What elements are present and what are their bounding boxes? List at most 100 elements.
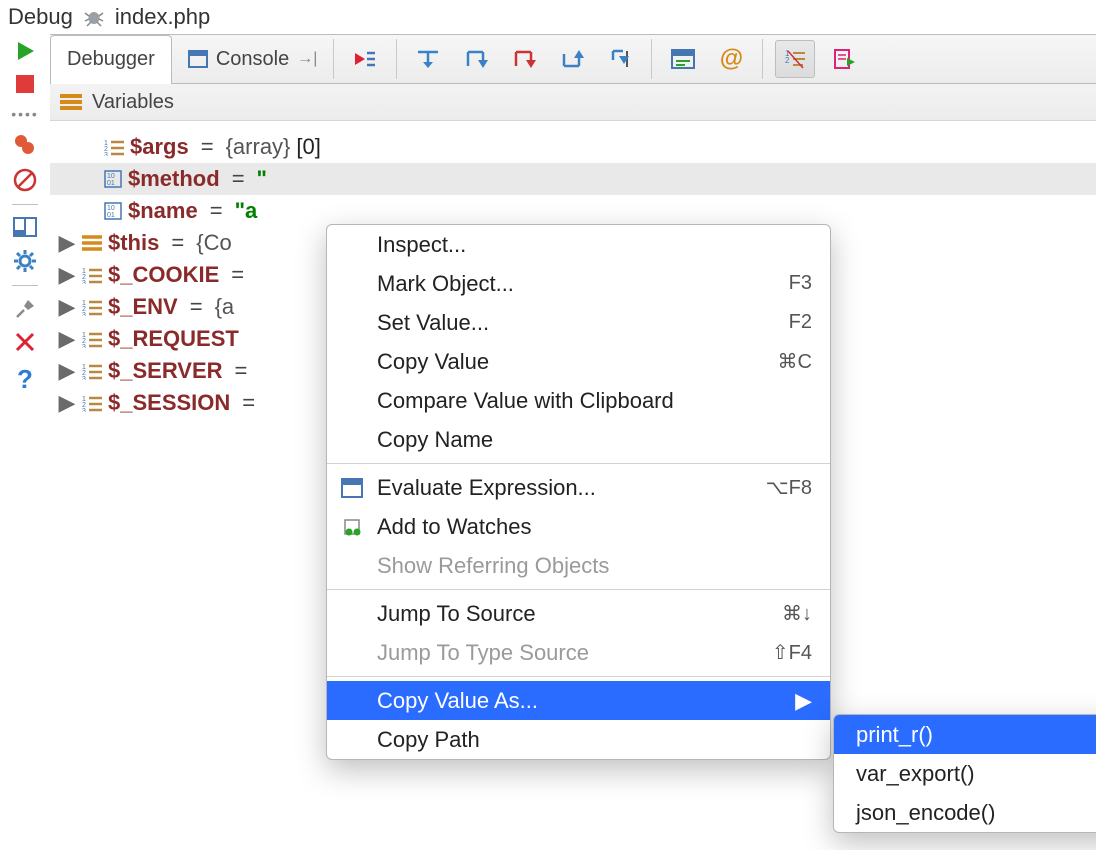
- variable-name: $this: [108, 230, 159, 256]
- variables-label: Variables: [92, 91, 174, 114]
- equals: =: [190, 294, 203, 320]
- bars-icon: [82, 235, 102, 251]
- equals: =: [242, 390, 255, 416]
- tab-console-label: Console: [216, 48, 289, 71]
- variable-name: $_COOKIE: [108, 262, 219, 288]
- variable-name: $_ENV: [108, 294, 178, 320]
- menu-copy-value[interactable]: Copy Value⌘C: [327, 342, 830, 381]
- svg-text:01: 01: [107, 212, 115, 219]
- step-over-icon[interactable]: [409, 41, 447, 77]
- menu-set-value[interactable]: Set Value...F2: [327, 303, 830, 342]
- watches-icon[interactable]: [825, 41, 863, 77]
- menu-inspect[interactable]: Inspect...: [327, 225, 830, 264]
- variable-row[interactable]: 1001 $name = "a: [50, 195, 1096, 227]
- tab-debugger-label: Debugger: [67, 48, 155, 71]
- sort-icon[interactable]: 12: [775, 40, 815, 78]
- menu-copy-path[interactable]: Copy Path: [327, 720, 830, 759]
- tab-console[interactable]: Console →|: [172, 35, 334, 83]
- variable-name: $name: [128, 198, 198, 224]
- expander-icon[interactable]: ▶: [58, 358, 76, 384]
- svg-text:3: 3: [82, 376, 86, 380]
- separator-dots: ••••: [11, 106, 39, 122]
- mute-icon[interactable]: [13, 168, 37, 192]
- divider: [12, 204, 38, 205]
- list-icon: 123: [104, 138, 124, 156]
- expander-icon[interactable]: ▶: [58, 262, 76, 288]
- menu-jump-to-source[interactable]: Jump To Source⌘↓: [327, 594, 830, 633]
- svg-text:3: 3: [104, 152, 108, 156]
- variables-panel-header: Variables: [50, 84, 1096, 121]
- svg-text:3: 3: [82, 280, 86, 284]
- resume-icon[interactable]: [14, 40, 36, 62]
- variable-name: $_REQUEST: [108, 326, 239, 352]
- menu-mark-object[interactable]: Mark Object...F3: [327, 264, 830, 303]
- pin-icon[interactable]: [14, 298, 36, 320]
- expander-icon[interactable]: ▶: [58, 230, 76, 256]
- menu-jump-to-type-source: Jump To Type Source⇧F4: [327, 633, 830, 672]
- svg-text:3: 3: [82, 344, 86, 348]
- toolbar: Debugger Console →|: [50, 34, 1096, 84]
- submenu-arrow-icon: ▶: [795, 688, 812, 714]
- binary-icon: 1001: [104, 170, 122, 188]
- submenu-print-r[interactable]: print_r(): [834, 715, 1096, 754]
- force-step-into-icon[interactable]: [505, 41, 543, 77]
- file-name: index.php: [115, 4, 210, 30]
- variable-value: ": [257, 166, 267, 192]
- list-icon: 123: [82, 330, 102, 348]
- list-icon: 123: [82, 394, 102, 412]
- variable-type: {array}: [226, 134, 291, 160]
- menu-show-referring-objects: Show Referring Objects: [327, 546, 830, 585]
- run-to-cursor-icon[interactable]: [601, 41, 639, 77]
- equals: =: [171, 230, 184, 256]
- help-icon[interactable]: ?: [17, 364, 33, 395]
- equals: =: [210, 198, 223, 224]
- calculator-icon: [341, 478, 363, 498]
- close-icon[interactable]: [15, 332, 35, 352]
- at-icon[interactable]: @: [712, 41, 750, 77]
- expander-icon[interactable]: ▶: [58, 326, 76, 352]
- breakpoints-icon[interactable]: [13, 134, 37, 156]
- svg-text:3: 3: [82, 408, 86, 412]
- console-icon: [188, 50, 208, 68]
- expander-icon[interactable]: ▶: [58, 390, 76, 416]
- submenu-json-encode[interactable]: json_encode(): [834, 793, 1096, 832]
- menu-copy-name[interactable]: Copy Name: [327, 420, 830, 459]
- tab-arrow-icon: →|: [297, 50, 317, 68]
- binary-icon: 1001: [104, 202, 122, 220]
- menu-copy-value-as[interactable]: Copy Value As...▶: [327, 681, 830, 720]
- menu-compare-clipboard[interactable]: Compare Value with Clipboard: [327, 381, 830, 420]
- settings-icon[interactable]: [13, 249, 37, 273]
- menu-add-to-watches[interactable]: Add to Watches: [327, 507, 830, 546]
- variable-name: $method: [128, 166, 220, 192]
- stop-icon[interactable]: [15, 74, 35, 94]
- svg-text:2: 2: [785, 56, 790, 65]
- variables-icon: [60, 93, 82, 111]
- variable-name: $args: [130, 134, 189, 160]
- show-execution-point-icon[interactable]: [346, 41, 384, 77]
- evaluate-expression-icon[interactable]: [664, 41, 702, 77]
- tab-debugger[interactable]: Debugger: [50, 35, 172, 84]
- svg-text:10: 10: [107, 205, 115, 212]
- variable-row[interactable]: 123 $args = {array} [0]: [50, 131, 1096, 163]
- variable-value: {Co: [196, 230, 231, 256]
- variable-value: "a: [235, 198, 258, 224]
- context-menu: Inspect... Mark Object...F3 Set Value...…: [326, 224, 831, 760]
- menu-evaluate-expression[interactable]: Evaluate Expression...⌥F8: [327, 468, 830, 507]
- equals: =: [235, 358, 248, 384]
- bug-icon: [83, 7, 105, 27]
- glasses-icon: [341, 518, 365, 536]
- equals: =: [232, 166, 245, 192]
- layout-icon[interactable]: [13, 217, 37, 237]
- expander-icon[interactable]: ▶: [58, 294, 76, 320]
- divider: [12, 285, 38, 286]
- list-icon: 123: [82, 298, 102, 316]
- menu-divider: [327, 463, 830, 464]
- menu-divider: [327, 589, 830, 590]
- step-into-icon[interactable]: [457, 41, 495, 77]
- submenu-var-export[interactable]: var_export(): [834, 754, 1096, 793]
- variable-suffix: [0]: [296, 134, 320, 160]
- svg-text:3: 3: [82, 312, 86, 316]
- variable-name: $_SESSION: [108, 390, 230, 416]
- variable-row[interactable]: 1001 $method = ": [50, 163, 1096, 195]
- step-out-icon[interactable]: [553, 41, 591, 77]
